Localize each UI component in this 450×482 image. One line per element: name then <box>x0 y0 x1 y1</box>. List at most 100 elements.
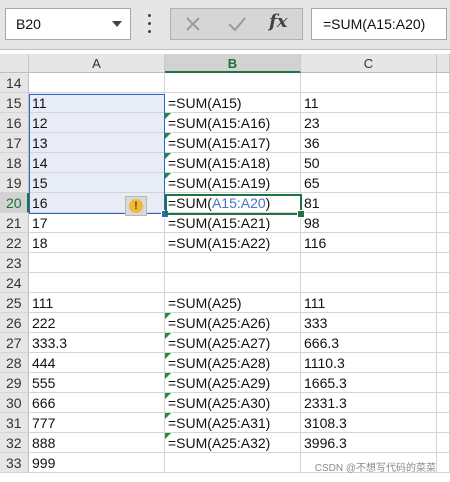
cell-a21[interactable]: 17 <box>29 213 165 233</box>
cell-d30[interactable] <box>437 393 450 413</box>
cell-b22[interactable]: =SUM(A15:A22) <box>165 233 301 253</box>
cell-d16[interactable] <box>437 113 450 133</box>
cell-d21[interactable] <box>437 213 450 233</box>
row-header[interactable]: 15 <box>0 93 29 113</box>
cell-a28[interactable]: 444 <box>29 353 165 373</box>
row-header[interactable]: 21 <box>0 213 29 233</box>
cell-b23[interactable] <box>165 253 301 273</box>
insert-function-button[interactable]: fx <box>269 11 287 32</box>
cell-c32[interactable]: 3996.3 <box>301 433 437 453</box>
cell-a23[interactable] <box>29 253 165 273</box>
cell-b19[interactable]: =SUM(A15:A19) <box>165 173 301 193</box>
cell-d31[interactable] <box>437 413 450 433</box>
cell-a32[interactable]: 888 <box>29 433 165 453</box>
row-header[interactable]: 28 <box>0 353 29 373</box>
cell-c14[interactable] <box>301 73 437 93</box>
cell-d28[interactable] <box>437 353 450 373</box>
cell-b18[interactable]: =SUM(A15:A18) <box>165 153 301 173</box>
cell-d26[interactable] <box>437 313 450 333</box>
cell-a14[interactable] <box>29 73 165 93</box>
row-header[interactable]: 18 <box>0 153 29 173</box>
row-header[interactable]: 27 <box>0 333 29 353</box>
cell-b15[interactable]: =SUM(A15) <box>165 93 301 113</box>
cell-c22[interactable]: 116 <box>301 233 437 253</box>
column-header-c[interactable]: C <box>301 54 437 73</box>
row-header[interactable]: 16 <box>0 113 29 133</box>
cell-d17[interactable] <box>437 133 450 153</box>
select-all-corner[interactable] <box>0 54 29 73</box>
cell-d19[interactable] <box>437 173 450 193</box>
cell-c24[interactable] <box>301 273 437 293</box>
cell-b33[interactable] <box>165 453 301 473</box>
cell-d22[interactable] <box>437 233 450 253</box>
cell-a16[interactable]: 12 <box>29 113 165 133</box>
cell-a15[interactable]: 11 <box>29 93 165 113</box>
cell-b16[interactable]: =SUM(A15:A16) <box>165 113 301 133</box>
row-header[interactable]: 20 <box>0 193 29 213</box>
cell-a25[interactable]: 111 <box>29 293 165 313</box>
cell-d23[interactable] <box>437 253 450 273</box>
cell-a24[interactable] <box>29 273 165 293</box>
cell-d20[interactable] <box>437 193 450 213</box>
cell-b14[interactable] <box>165 73 301 93</box>
cell-c26[interactable]: 333 <box>301 313 437 333</box>
cell-b27[interactable]: =SUM(A25:A27) <box>165 333 301 353</box>
cell-c29[interactable]: 1665.3 <box>301 373 437 393</box>
cell-c27[interactable]: 666.3 <box>301 333 437 353</box>
cell-c21[interactable]: 98 <box>301 213 437 233</box>
chevron-down-icon[interactable] <box>112 21 122 27</box>
cell-d25[interactable] <box>437 293 450 313</box>
row-header[interactable]: 33 <box>0 453 29 473</box>
cell-d29[interactable] <box>437 373 450 393</box>
row-header[interactable]: 32 <box>0 433 29 453</box>
cell-a17[interactable]: 13 <box>29 133 165 153</box>
column-header-d[interactable] <box>437 54 450 73</box>
cell-b30[interactable]: =SUM(A25:A30) <box>165 393 301 413</box>
cell-d27[interactable] <box>437 333 450 353</box>
error-check-button[interactable]: ! <box>125 196 147 216</box>
row-header[interactable]: 17 <box>0 133 29 153</box>
cell-b17[interactable]: =SUM(A15:A17) <box>165 133 301 153</box>
cell-c17[interactable]: 36 <box>301 133 437 153</box>
cell-c23[interactable] <box>301 253 437 273</box>
cell-d32[interactable] <box>437 433 450 453</box>
cell-c16[interactable]: 23 <box>301 113 437 133</box>
cell-d14[interactable] <box>437 73 450 93</box>
cell-b25[interactable]: =SUM(A25) <box>165 293 301 313</box>
cell-b24[interactable] <box>165 273 301 293</box>
cell-d18[interactable] <box>437 153 450 173</box>
cell-b31[interactable]: =SUM(A25:A31) <box>165 413 301 433</box>
cell-d15[interactable] <box>437 93 450 113</box>
column-header-a[interactable]: A <box>29 54 165 73</box>
cell-c18[interactable]: 50 <box>301 153 437 173</box>
cell-a30[interactable]: 666 <box>29 393 165 413</box>
row-header[interactable]: 26 <box>0 313 29 333</box>
cell-a27[interactable]: 333.3 <box>29 333 165 353</box>
row-header[interactable]: 30 <box>0 393 29 413</box>
cell-c28[interactable]: 1110.3 <box>301 353 437 373</box>
column-header-b[interactable]: B <box>165 54 301 73</box>
cancel-icon[interactable] <box>183 14 203 34</box>
cell-c25[interactable]: 111 <box>301 293 437 313</box>
cell-a19[interactable]: 15 <box>29 173 165 193</box>
row-header[interactable]: 24 <box>0 273 29 293</box>
cell-c19[interactable]: 65 <box>301 173 437 193</box>
more-options-icon[interactable] <box>148 14 152 34</box>
cell-a18[interactable]: 14 <box>29 153 165 173</box>
row-header[interactable]: 31 <box>0 413 29 433</box>
cell-b21[interactable]: =SUM(A15:A21) <box>165 213 301 233</box>
cell-c31[interactable]: 3108.3 <box>301 413 437 433</box>
cell-b26[interactable]: =SUM(A25:A26) <box>165 313 301 333</box>
row-header[interactable]: 19 <box>0 173 29 193</box>
cell-b32[interactable]: =SUM(A25:A32) <box>165 433 301 453</box>
cell-c15[interactable]: 11 <box>301 93 437 113</box>
cell-d24[interactable] <box>437 273 450 293</box>
cell-b20[interactable]: =SUM(A15:A20) <box>165 193 301 213</box>
cell-a22[interactable]: 18 <box>29 233 165 253</box>
fill-handle[interactable] <box>297 210 305 218</box>
name-box[interactable]: B20 <box>5 8 131 40</box>
row-header[interactable]: 25 <box>0 293 29 313</box>
cell-a33[interactable]: 999 <box>29 453 165 473</box>
cell-a31[interactable]: 777 <box>29 413 165 433</box>
cell-a29[interactable]: 555 <box>29 373 165 393</box>
